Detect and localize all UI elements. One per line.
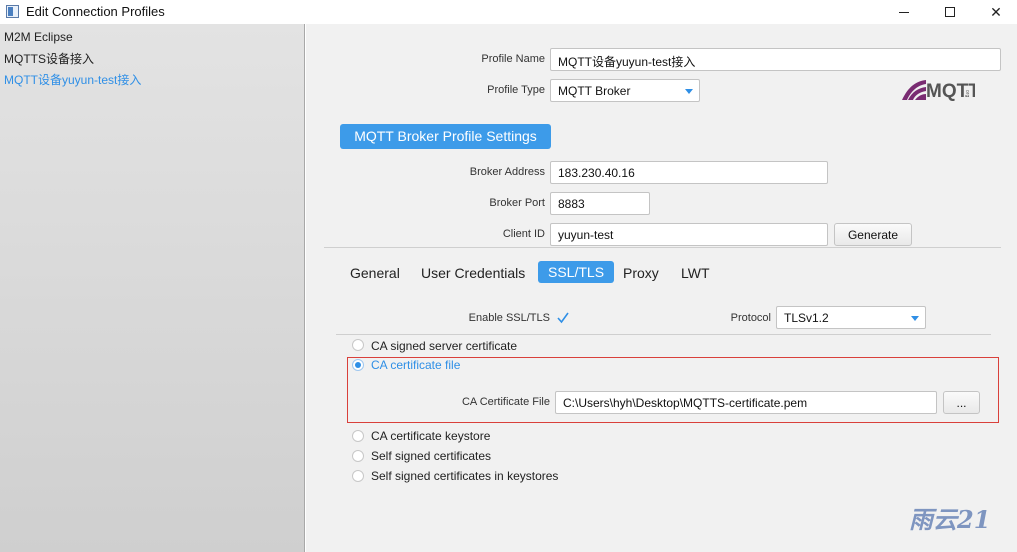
window-title: Edit Connection Profiles <box>26 4 165 19</box>
title-bar: Edit Connection Profiles ✕ <box>0 0 1017 24</box>
minimize-icon <box>899 11 909 13</box>
profile-name-input[interactable]: MQTT设备yuyun-test接入 <box>550 48 1001 71</box>
tab-user-credentials[interactable]: User Credentials <box>421 265 525 281</box>
profile-type-label: Profile Type <box>487 84 545 96</box>
enable-ssl-label: Enable SSL/TLS <box>468 312 550 324</box>
radio-label: Self signed certificates in keystores <box>371 469 559 483</box>
tab-lwt[interactable]: LWT <box>681 265 710 281</box>
protocol-value: TLSv1.2 <box>784 311 829 325</box>
radio-ca-certificate-file[interactable] <box>352 359 364 371</box>
profile-settings-panel: Profile Name MQTT设备yuyun-test接入 Profile … <box>306 24 1017 552</box>
checkmark-icon[interactable] <box>557 312 569 324</box>
broker-port-label: Broker Port <box>489 197 545 209</box>
tab-general[interactable]: General <box>350 265 400 281</box>
watermark: 雨云21 <box>909 505 991 534</box>
broker-address-label: Broker Address <box>469 166 545 178</box>
app-icon <box>6 5 19 18</box>
broker-address-input[interactable]: 183.230.40.16 <box>550 161 828 184</box>
maximize-icon <box>945 7 955 17</box>
broker-settings-header[interactable]: MQTT Broker Profile Settings <box>340 124 551 149</box>
broker-port-input[interactable]: 8883 <box>550 192 650 215</box>
profile-type-value: MQTT Broker <box>558 84 631 98</box>
close-icon: ✕ <box>990 3 1002 20</box>
chevron-down-icon <box>685 89 693 94</box>
radio-ca-keystore[interactable] <box>352 430 364 442</box>
radio-label: CA certificate file <box>371 358 461 372</box>
profile-type-select[interactable]: MQTT Broker <box>550 79 700 102</box>
divider <box>336 334 991 335</box>
radio-label: CA certificate keystore <box>371 429 491 443</box>
protocol-label: Protocol <box>730 312 771 324</box>
radio-self-signed-keystores[interactable] <box>352 470 364 482</box>
radio-ca-signed[interactable] <box>352 339 364 351</box>
chevron-down-icon <box>911 316 919 321</box>
close-button[interactable]: ✕ <box>973 0 1017 24</box>
tab-ssl-tls[interactable]: SSL/TLS <box>538 261 615 283</box>
maximize-button[interactable] <box>927 0 973 24</box>
generate-button[interactable]: Generate <box>834 223 912 246</box>
profile-list: M2M Eclipse MQTTS设备接入 MQTT设备yuyun-test接入 <box>0 24 305 552</box>
mqtt-logo: MQTT org <box>902 80 975 101</box>
ca-file-label: CA Certificate File <box>461 396 550 408</box>
client-id-label: Client ID <box>502 228 545 240</box>
protocol-select[interactable]: TLSv1.2 <box>776 306 926 329</box>
svg-text:org: org <box>964 90 970 97</box>
client-id-input[interactable]: yuyun-test <box>550 223 828 246</box>
minimize-button[interactable] <box>881 0 927 24</box>
radio-self-signed[interactable] <box>352 450 364 462</box>
radio-label: Self signed certificates <box>371 449 492 463</box>
ca-file-input[interactable]: C:\Users\hyh\Desktop\MQTTS-certificate.p… <box>555 391 937 414</box>
radio-label: CA signed server certificate <box>371 339 518 353</box>
profile-list-item-selected[interactable]: MQTT设备yuyun-test接入 <box>4 71 141 88</box>
profile-name-label: Profile Name <box>481 53 545 65</box>
divider <box>324 247 1001 248</box>
tab-proxy[interactable]: Proxy <box>623 265 659 281</box>
profile-list-item[interactable]: M2M Eclipse <box>4 30 73 44</box>
browse-button[interactable]: ... <box>943 391 980 414</box>
profile-list-item[interactable]: MQTTS设备接入 <box>4 50 94 67</box>
